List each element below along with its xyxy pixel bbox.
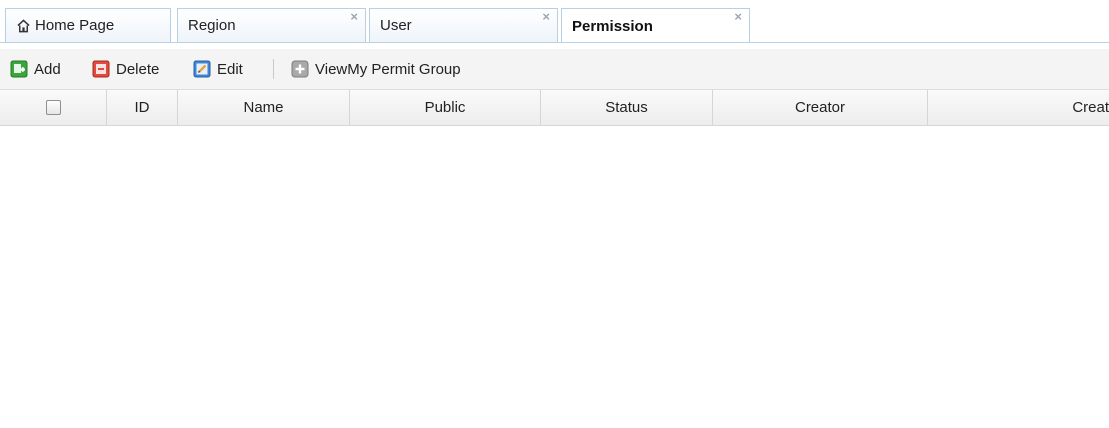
edit-icon (193, 60, 211, 78)
tab-label: User (380, 17, 412, 34)
column-header-status[interactable]: Status (541, 90, 713, 125)
delete-label: Delete (116, 60, 160, 78)
add-icon (10, 60, 28, 78)
select-all-checkbox[interactable] (45, 100, 61, 115)
select-all-cell (0, 90, 107, 125)
column-header-public[interactable]: Public (350, 90, 541, 125)
view-icon (291, 60, 309, 78)
tab-strip: Home Page Region × User × Permission × (0, 0, 1109, 48)
home-icon (17, 18, 30, 32)
delete-button[interactable]: Delete (92, 58, 159, 80)
column-header-creator[interactable]: Creator (713, 90, 928, 125)
close-icon[interactable]: × (542, 10, 550, 23)
column-header-name[interactable]: Name (178, 90, 350, 125)
column-header-id[interactable]: ID (107, 90, 178, 125)
edit-label: Edit (217, 60, 243, 78)
toolbar: Add Delete Edit ViewMy Permit Group (0, 49, 1109, 90)
tab-home-page[interactable]: Home Page (5, 8, 171, 42)
grid-body (0, 126, 1109, 428)
grid-header: ID Name Public Status Creator Creat (0, 90, 1109, 126)
close-icon[interactable]: × (350, 10, 358, 23)
toolbar-separator (273, 59, 274, 79)
column-header-create-time[interactable]: Creat (928, 90, 1109, 125)
tab-user[interactable]: User × (369, 8, 558, 42)
tab-permission[interactable]: Permission × (561, 8, 750, 43)
delete-icon (92, 60, 110, 78)
add-label: Add (34, 60, 61, 78)
tab-region[interactable]: Region × (177, 8, 366, 42)
add-button[interactable]: Add (10, 58, 61, 80)
tab-label: Region (188, 17, 236, 34)
tab-strip-divider (0, 42, 1109, 43)
edit-button[interactable]: Edit (193, 58, 243, 80)
tab-label: Home Page (35, 17, 115, 34)
view-my-permit-group-button[interactable]: ViewMy Permit Group (291, 58, 461, 80)
view-label: ViewMy Permit Group (315, 60, 461, 78)
tab-label: Permission (572, 17, 653, 35)
close-icon[interactable]: × (734, 10, 742, 23)
